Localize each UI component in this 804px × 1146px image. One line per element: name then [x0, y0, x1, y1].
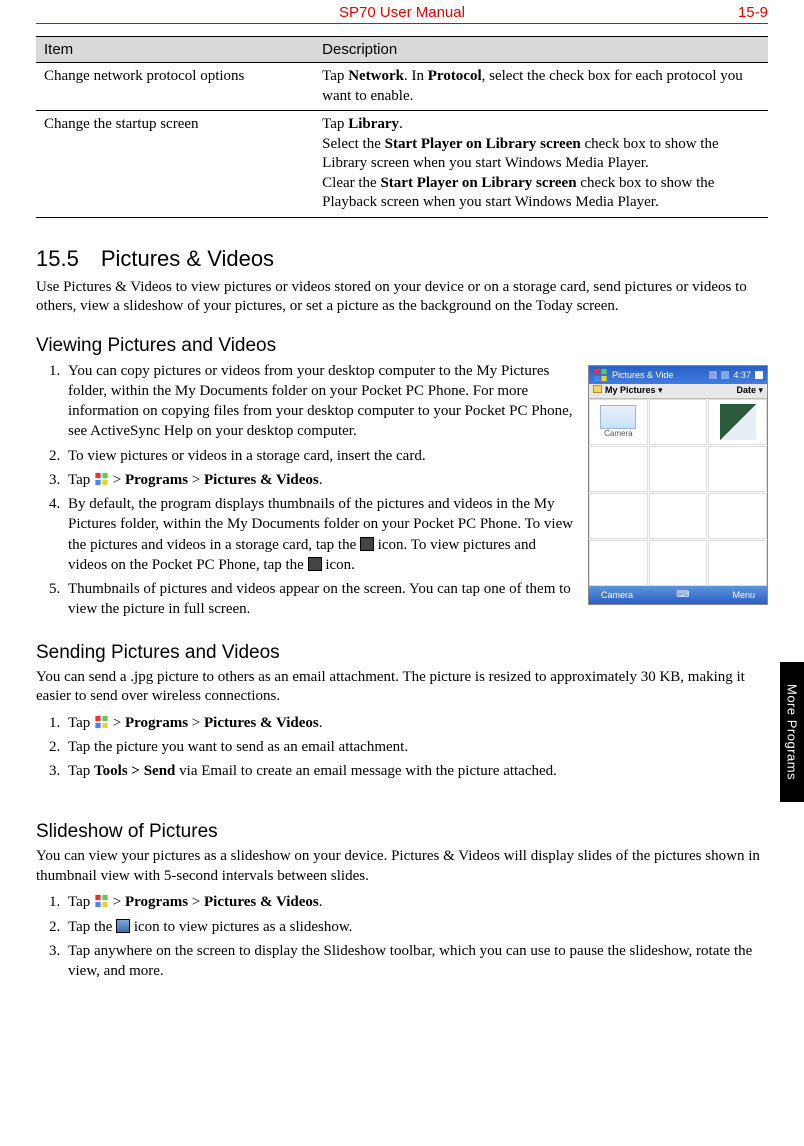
side-tab-label: More Programs [785, 684, 800, 780]
subsection-heading: Slideshow of Pictures [36, 821, 768, 843]
thumbnail-empty [708, 493, 767, 539]
close-icon [755, 371, 763, 379]
screenshot-toolbar: My Pictures ▾ Date ▾ [589, 384, 767, 399]
start-icon [94, 894, 109, 908]
thumbnail-image [708, 399, 767, 445]
table-cell-desc: Tap Library.Select the Start Player on L… [314, 111, 768, 218]
softkey-right: Menu [732, 590, 755, 600]
start-icon [593, 368, 608, 382]
sending-intro: You can send a .jpg picture to others as… [36, 668, 768, 707]
table-header-description: Description [314, 37, 768, 63]
slideshow-icon [116, 919, 130, 933]
thumbnail-empty [649, 493, 708, 539]
table-cell-desc: Tap Network. In Protocol, select the che… [314, 63, 768, 111]
signal-icon [709, 371, 717, 379]
thumbnail-empty [708, 540, 767, 586]
header-page-number: 15-9 [718, 4, 768, 21]
thumbnail-camera: Camera [589, 399, 648, 445]
thumbnail-grid: Camera [589, 399, 767, 586]
table-cell-item: Change the startup screen [36, 111, 314, 218]
table-row: Change network protocol options Tap Netw… [36, 63, 768, 111]
screenshot-folder: My Pictures [605, 385, 656, 395]
table-row: Change the startup screen Tap Library.Se… [36, 111, 768, 218]
screenshot-titlebar: Pictures & Vide 4:37 [589, 366, 767, 384]
thumbnail-empty [589, 446, 648, 492]
settings-table: Item Description Change network protocol… [36, 36, 768, 218]
section-heading: 15.5 Pictures & Videos [36, 246, 768, 272]
sending-steps: Tap > Programs > Pictures & Videos. Tap … [36, 713, 768, 782]
list-item: Tap Tools > Send via Email to create an … [64, 761, 768, 781]
list-item: Tap > Programs > Pictures & Videos. [64, 713, 768, 733]
thumbnail-empty [589, 540, 648, 586]
thumbnail-empty [649, 446, 708, 492]
device-screenshot: Pictures & Vide 4:37 My Pictures ▾ Date … [588, 365, 768, 605]
list-item: Tap anywhere on the screen to display th… [64, 941, 768, 982]
screenshot-title: Pictures & Vide [612, 370, 673, 380]
screenshot-time: 4:37 [733, 370, 751, 380]
keyboard-icon: ⌨ [676, 589, 689, 600]
table-cell-item: Change network protocol options [36, 63, 314, 111]
list-item: Tap the icon to view pictures as a slide… [64, 917, 768, 937]
subsection-heading: Sending Pictures and Videos [36, 642, 768, 664]
screenshot-sort: Date [736, 385, 756, 395]
start-icon [94, 472, 109, 486]
subsection-heading: Viewing Pictures and Videos [36, 335, 768, 357]
thumbnail-empty [589, 493, 648, 539]
header-title: SP70 User Manual [86, 4, 718, 21]
start-icon [94, 715, 109, 729]
list-item: Tap > Programs > Pictures & Videos. [64, 892, 768, 912]
slideshow-steps: Tap > Programs > Pictures & Videos. Tap … [36, 892, 768, 981]
page-header: SP70 User Manual 15-9 [36, 0, 768, 23]
table-header-item: Item [36, 37, 314, 63]
volume-icon [721, 371, 729, 379]
softkey-left: Camera [601, 590, 633, 600]
screenshot-softkeys: Camera ⌨ Menu [589, 586, 767, 604]
side-tab: More Programs [780, 662, 804, 802]
slideshow-intro: You can view your pictures as a slidesho… [36, 847, 768, 886]
folder-icon [593, 385, 602, 393]
storage-card-icon [360, 537, 374, 551]
thumbnail-empty [649, 540, 708, 586]
thumbnail-empty [708, 446, 767, 492]
section-intro: Use Pictures & Videos to view pictures o… [36, 278, 768, 317]
list-item: Tap the picture you want to send as an e… [64, 737, 768, 757]
thumbnail-empty [649, 399, 708, 445]
device-icon [308, 557, 322, 571]
